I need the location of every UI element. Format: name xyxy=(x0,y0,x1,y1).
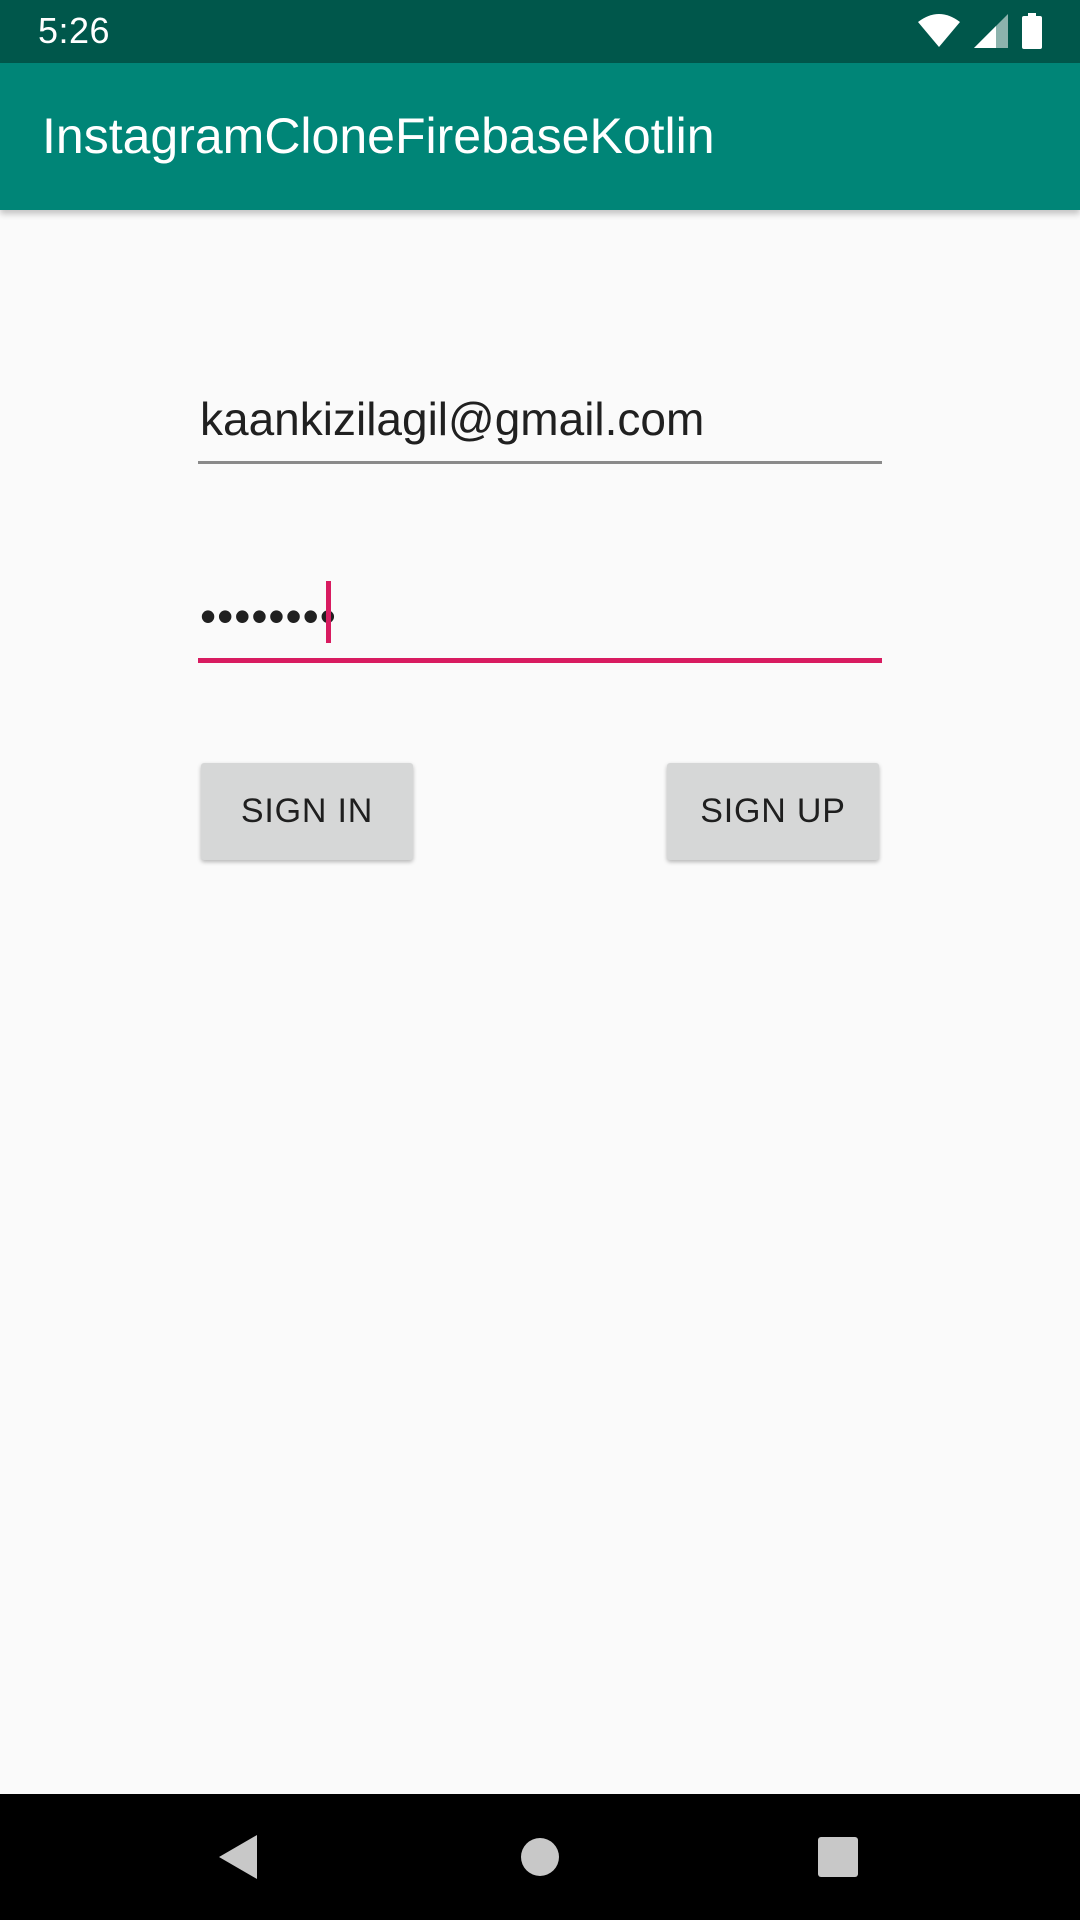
status-time: 5:26 xyxy=(38,10,111,51)
password-field[interactable]: •••••••• xyxy=(198,575,882,663)
home-button[interactable] xyxy=(477,1794,603,1920)
back-button[interactable] xyxy=(176,1794,302,1920)
app-bar: InstagramCloneFirebaseKotlin xyxy=(0,63,1080,210)
recents-icon xyxy=(818,1837,858,1877)
wifi-icon xyxy=(918,14,960,47)
sign-in-button[interactable]: SIGN IN xyxy=(201,763,413,860)
password-input-value: •••••••• xyxy=(200,590,337,642)
text-cursor xyxy=(326,581,331,643)
email-input-value: kaankizilagil@gmail.com xyxy=(200,393,705,445)
home-icon xyxy=(521,1838,559,1876)
status-icons xyxy=(918,13,1042,49)
cell-signal-icon xyxy=(974,14,1008,48)
screen: 5:26 InstagramCloneFirebaseKotlin kaanki… xyxy=(0,0,1080,1920)
status-bar: 5:26 xyxy=(0,0,1080,63)
password-field-underline xyxy=(198,658,882,663)
app-title: InstagramCloneFirebaseKotlin xyxy=(42,108,715,164)
back-icon xyxy=(219,1835,257,1879)
battery-icon xyxy=(1022,13,1042,49)
navigation-bar xyxy=(0,1794,1080,1920)
sign-up-button[interactable]: SIGN UP xyxy=(667,763,879,860)
recents-button[interactable] xyxy=(775,1794,901,1920)
email-field[interactable]: kaankizilagil@gmail.com xyxy=(198,380,882,464)
email-field-underline xyxy=(198,461,882,464)
